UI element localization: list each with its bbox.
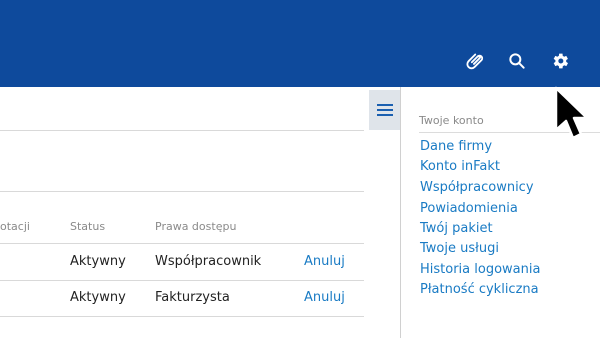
gear-icon[interactable] bbox=[550, 51, 570, 71]
hamburger-icon bbox=[377, 104, 393, 116]
panel-item-notifications[interactable]: Powiadomienia bbox=[420, 201, 518, 216]
divider bbox=[0, 243, 364, 244]
panel-item-login-history[interactable]: Historia logowania bbox=[420, 262, 540, 277]
divider bbox=[0, 316, 364, 317]
top-bar bbox=[0, 0, 600, 87]
panel-item-plan[interactable]: Twój pakiet bbox=[420, 221, 493, 236]
row-1-rights: Współpracownik bbox=[155, 254, 262, 269]
row-1-status: Aktywny bbox=[70, 254, 126, 269]
column-header-status: Status bbox=[70, 220, 106, 233]
panel-item-company-data[interactable]: Dane firmy bbox=[420, 139, 492, 154]
column-header-rights: Prawa dostępu bbox=[155, 220, 237, 233]
column-header-partial: otacji bbox=[0, 220, 30, 233]
panel-item-collaborators[interactable]: Współpracownicy bbox=[420, 180, 534, 195]
paperclip-icon[interactable] bbox=[466, 51, 486, 71]
panel-title: Twoje konto bbox=[419, 114, 484, 127]
search-icon[interactable] bbox=[507, 51, 527, 71]
mouse-cursor-icon bbox=[554, 86, 589, 140]
row-1-cancel-link[interactable]: Anuluj bbox=[304, 254, 345, 269]
divider bbox=[0, 191, 364, 192]
row-2-rights: Fakturzysta bbox=[155, 290, 230, 305]
divider bbox=[0, 280, 364, 281]
row-2-status: Aktywny bbox=[70, 290, 126, 305]
hamburger-menu-button[interactable] bbox=[369, 90, 401, 130]
divider bbox=[0, 130, 364, 131]
panel-item-services[interactable]: Twoje usługi bbox=[420, 241, 499, 256]
panel-item-infakt-account[interactable]: Konto inFakt bbox=[420, 159, 500, 174]
panel-item-recurring-payment[interactable]: Płatność cykliczna bbox=[420, 282, 539, 297]
row-2-cancel-link[interactable]: Anuluj bbox=[304, 290, 345, 305]
